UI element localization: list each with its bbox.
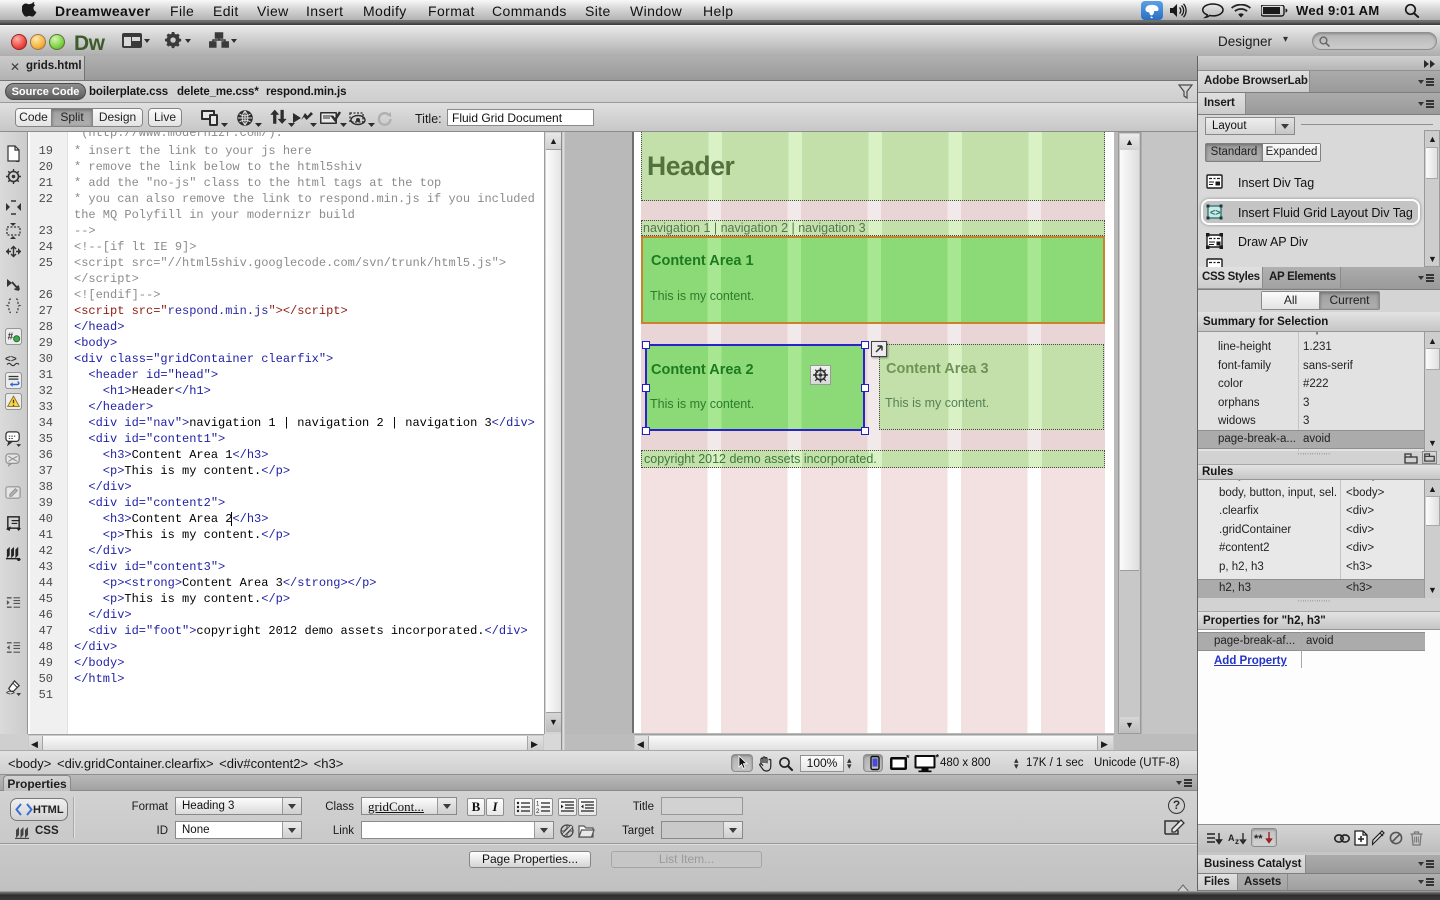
svg-text:*: * bbox=[936, 754, 940, 763]
svg-text:z: z bbox=[1235, 837, 1239, 846]
svg-text:2: 2 bbox=[536, 809, 540, 815]
svg-text:A: A bbox=[1228, 833, 1235, 843]
svg-text:*: * bbox=[906, 755, 910, 763]
svg-text:#: # bbox=[8, 332, 14, 343]
svg-text:**: ** bbox=[1254, 833, 1263, 845]
svg-text:<>: <> bbox=[6, 688, 15, 696]
svg-text:<>: <> bbox=[5, 354, 17, 365]
svg-text:1: 1 bbox=[536, 802, 540, 808]
svg-text:<>: <> bbox=[1210, 208, 1221, 218]
